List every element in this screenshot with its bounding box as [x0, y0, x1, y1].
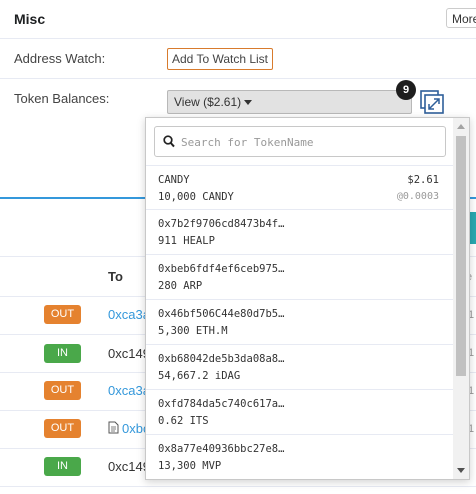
token-amount: 0.62 ITS [158, 415, 209, 427]
token-dropdown: CANDY 10,000 CANDY $2.61 @0.0003 0x7b2f9… [145, 117, 470, 480]
token-list-item[interactable]: 0xbeb6fdf4ef6ceb975… 280 ARP [146, 254, 453, 298]
expand-icon[interactable] [420, 90, 444, 114]
contract-file-icon [108, 421, 119, 437]
token-search-input[interactable] [181, 133, 441, 151]
token-list-item[interactable]: 0x8a77e40936bbc27e8… 13,300 MVP [146, 434, 453, 478]
token-balances-label: Token Balances: [14, 91, 110, 106]
token-price: @0.0003 [396, 191, 439, 202]
direction-badge-in: IN [44, 344, 81, 363]
token-count-badge: 9 [396, 80, 416, 100]
address-watch-label: Address Watch: [14, 51, 106, 66]
token-list-item[interactable]: 0xfd784da5c740c617a… 0.62 ITS [146, 389, 453, 433]
token-list-item[interactable]: 0x7b2f9706cd8473b4f… 911 HEALP [146, 209, 453, 253]
token-name: 0xb68042de5b3da08a8… [158, 353, 285, 365]
token-name: 0x46bf506C44e80d7b5… [158, 308, 285, 320]
section-title: Misc [14, 11, 46, 27]
token-list-item[interactable]: CANDY 10,000 CANDY $2.61 @0.0003 [146, 165, 453, 209]
token-name: CANDY [158, 174, 190, 186]
direction-badge-out: OUT [44, 419, 81, 438]
token-list-item[interactable]: 0xb68042de5b3da08a8… 54,667.2 iDAG [146, 344, 453, 388]
token-amount: 280 ARP [158, 280, 203, 292]
more-button[interactable]: More [446, 8, 476, 28]
scroll-up-arrow-icon[interactable] [457, 124, 465, 129]
caret-down-icon [244, 100, 253, 106]
search-icon [163, 135, 175, 148]
scrollbar-thumb[interactable] [456, 136, 466, 376]
to-address: 0xc149 [108, 346, 150, 361]
scroll-down-arrow-icon[interactable] [457, 468, 465, 473]
dropdown-scrollbar[interactable] [453, 118, 469, 479]
token-name: 0x7b2f9706cd8473b4f… [158, 218, 285, 230]
token-search-box[interactable] [154, 126, 446, 157]
to-address-link[interactable]: 0xca3a [108, 307, 150, 322]
token-amount: 54,667.2 iDAG [158, 370, 241, 382]
to-address-link[interactable]: 0xca3a [108, 383, 150, 398]
direction-badge-in: IN [44, 457, 81, 476]
token-name: 0xbeb6fdf4ef6ceb975… [158, 263, 285, 275]
direction-badge-out: OUT [44, 381, 81, 400]
view-button-label: View ($2.61) [174, 95, 242, 109]
to-address: 0xc149 [108, 459, 150, 474]
token-amount: 911 HEALP [158, 235, 215, 247]
token-list-item[interactable]: 0x46bf506C44e80d7b5… 5,300 ETH.M [146, 299, 453, 343]
token-name: 0xfd784da5c740c617a… [158, 398, 285, 410]
direction-badge-out: OUT [44, 305, 81, 324]
token-value: $2.61 [407, 174, 439, 186]
divider [0, 38, 476, 39]
token-name: 0x8a77e40936bbc27e8… [158, 443, 285, 455]
row-divider [0, 486, 476, 487]
column-header-to: To [108, 269, 123, 284]
token-balance-view-button[interactable]: View ($2.61) [167, 90, 412, 114]
token-amount: 10,000 CANDY [158, 191, 234, 203]
token-amount: 13,300 MVP [158, 460, 222, 472]
token-amount: 5,300 ETH.M [158, 325, 228, 337]
divider [0, 78, 476, 79]
add-to-watch-list-button[interactable]: Add To Watch List [167, 48, 273, 70]
